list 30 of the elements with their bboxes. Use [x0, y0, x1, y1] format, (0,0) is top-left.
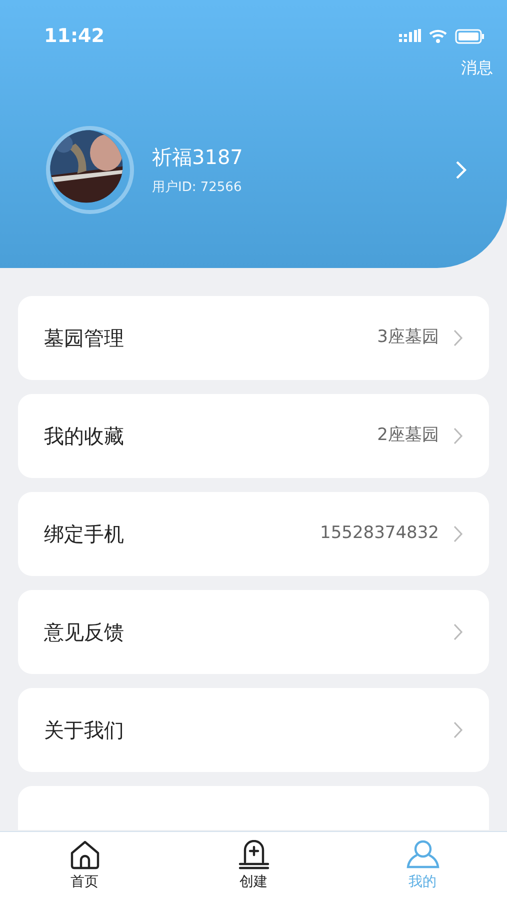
tab[interactable]: 创建 — [169, 832, 338, 900]
menu-item[interactable]: 绑定手机 15528374832 — [18, 492, 489, 576]
menu-label: 绑定手机 — [44, 521, 125, 548]
menu-item[interactable]: 墓园管理 3座墓园 — [18, 296, 489, 380]
status-time: 11:42 — [44, 24, 104, 49]
chevron-right-icon — [453, 525, 463, 543]
user-name: 祈福3187 — [152, 144, 244, 172]
menu-label: 意见反馈 — [44, 619, 125, 646]
chevron-right-icon — [453, 329, 463, 347]
menu-value: 15528374832 — [320, 522, 439, 546]
wifi-icon — [429, 29, 447, 43]
tombstone-icon — [236, 840, 270, 870]
chevron-right-icon — [453, 623, 463, 641]
menu-value: 2座墓园 — [377, 424, 439, 448]
chevron-right-icon[interactable] — [455, 160, 467, 180]
chevron-right-icon — [453, 427, 463, 445]
menu-item[interactable]: 我的收藏 2座墓园 — [18, 394, 489, 478]
menu-label: 墓园管理 — [44, 325, 125, 352]
tab[interactable]: 首页 — [0, 832, 169, 900]
person-icon — [406, 840, 440, 870]
house-icon — [68, 840, 100, 870]
menu-value: 3座墓园 — [377, 326, 439, 350]
menu-item[interactable]: 关于我们 — [18, 688, 489, 772]
menu-label: 我的收藏 — [44, 423, 125, 450]
chevron-right-icon — [453, 721, 463, 739]
battery-icon — [455, 28, 485, 44]
signal-icon — [399, 29, 421, 43]
menu-item[interactable]: 意见反馈 — [18, 590, 489, 674]
user-id: 用户ID: 72566 — [152, 179, 243, 198]
menu-label: 关于我们 — [44, 717, 125, 744]
